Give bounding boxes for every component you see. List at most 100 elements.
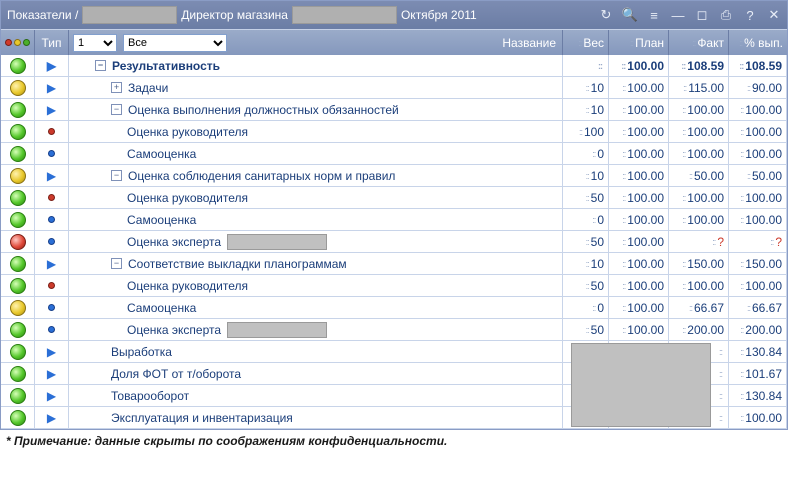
redacted-inline: [227, 234, 327, 250]
plan-value: 100.00: [627, 257, 664, 271]
green-light-icon: [10, 410, 26, 426]
status-light-cell: [1, 77, 35, 98]
table-row[interactable]: ▶−Результативность::::100.00::108.59::10…: [1, 55, 787, 77]
weight-value: 0: [597, 301, 604, 315]
status-light-cell: [1, 55, 35, 76]
red-dot-icon: [45, 125, 59, 139]
pct-cell: ::100.00: [729, 407, 787, 428]
triangle-icon: ▶: [45, 59, 59, 73]
column-grip-icon: ::: [682, 281, 685, 291]
fact-value: 66.67: [694, 301, 724, 315]
status-light-cell: [1, 407, 35, 428]
pct-cell: ::100.00: [729, 209, 787, 230]
minimize-icon[interactable]: —: [671, 8, 685, 22]
row-name: Товарооборот: [111, 389, 189, 403]
row-name: Оценка эксперта: [127, 235, 221, 249]
name-cell: Самооценка: [69, 143, 563, 164]
column-grip-icon: ::: [683, 83, 686, 93]
plan-cell: ::100.00: [609, 231, 669, 252]
title-redacted-1: [82, 6, 177, 24]
weight-cell: ::10: [563, 165, 609, 186]
table-row[interactable]: Оценка руководителя::100::100.00::100.00…: [1, 121, 787, 143]
column-grip-icon: ::: [586, 237, 589, 247]
pct-value: 130.84: [745, 389, 782, 403]
table-row[interactable]: Оценка руководителя::50::100.00::100.00:…: [1, 275, 787, 297]
search-icon[interactable]: 🔍: [623, 8, 637, 22]
weight-cell: ::0: [563, 209, 609, 230]
name-cell: Оценка эксперта: [69, 231, 563, 252]
name-cell: Выработка: [69, 341, 563, 362]
column-grip-icon: ::: [682, 149, 685, 159]
table-row[interactable]: Самооценка::0::100.00::100.00::100.00: [1, 143, 787, 165]
fact-cell: ::100.00: [669, 143, 729, 164]
plan-cell: ::100.00: [609, 143, 669, 164]
type-cell: [35, 187, 69, 208]
column-grip-icon: ::: [592, 215, 595, 225]
filter-select[interactable]: Все: [123, 34, 227, 52]
collapse-icon[interactable]: −: [111, 104, 122, 115]
collapse-icon[interactable]: −: [111, 258, 122, 269]
column-grip-icon: ::: [682, 105, 685, 115]
list-icon[interactable]: ≡: [647, 8, 661, 22]
blue-dot-icon: [45, 323, 59, 337]
green-light-icon: [10, 278, 26, 294]
close-icon[interactable]: ✕: [767, 8, 781, 22]
fact-cell: ::?: [669, 231, 729, 252]
blue-dot-icon: [45, 147, 59, 161]
type-cell: [35, 143, 69, 164]
weight-cell: ::0: [563, 143, 609, 164]
fact-value: 100.00: [687, 279, 724, 293]
row-name: Оценка выполнения должностных обязанност…: [128, 103, 399, 117]
expand-icon[interactable]: +: [111, 82, 122, 93]
table-row[interactable]: Самооценка::0::100.00::100.00::100.00: [1, 209, 787, 231]
table-row[interactable]: Оценка эксперта::50::100.00::?::?: [1, 231, 787, 253]
collapse-icon[interactable]: −: [111, 170, 122, 181]
col-fact[interactable]: ::Факт: [669, 30, 729, 55]
table-row[interactable]: ▶+Задачи::10::100.00::115.00::90.00: [1, 77, 787, 99]
refresh-icon[interactable]: ↻: [599, 8, 613, 22]
maximize-icon[interactable]: ◻: [695, 8, 709, 22]
col-plan[interactable]: ::План: [609, 30, 669, 55]
col-type[interactable]: Тип: [35, 30, 69, 55]
help-icon[interactable]: ?: [743, 8, 757, 22]
column-grip-icon: ::: [622, 127, 625, 137]
col-weight[interactable]: ::Вес: [563, 30, 609, 55]
table-row[interactable]: Оценка руководителя::50::100.00::100.00:…: [1, 187, 787, 209]
pct-value: 100.00: [745, 103, 782, 117]
footnote: * Примечание: данные скрыты по соображен…: [0, 430, 788, 452]
table-row[interactable]: ▶−Оценка соблюдения санитарных норм и пр…: [1, 165, 787, 187]
weight-value: 10: [591, 169, 604, 183]
pct-value: 101.67: [745, 367, 782, 381]
status-light-cell: [1, 319, 35, 340]
name-cell: Доля ФОТ от т/оборота: [69, 363, 563, 384]
green-light-icon: [10, 146, 26, 162]
print-icon[interactable]: ⎙: [719, 8, 733, 22]
col-status[interactable]: [1, 30, 35, 55]
fact-cell: ::115.00: [669, 77, 729, 98]
column-grip-icon: ::: [682, 127, 685, 137]
name-cell: Оценка эксперта: [69, 319, 563, 340]
weight-cell: ::: [563, 55, 609, 76]
weight-cell: ::10: [563, 77, 609, 98]
red-light-icon: [10, 234, 26, 250]
table-row[interactable]: Самооценка::0::100.00::66.67::66.67: [1, 297, 787, 319]
triangle-icon: ▶: [45, 169, 59, 183]
pct-value: 130.84: [745, 345, 782, 359]
column-grip-icon: ::: [622, 171, 625, 181]
pct-cell: ::?: [729, 231, 787, 252]
table-row[interactable]: ▶−Оценка выполнения должностных обязанно…: [1, 99, 787, 121]
table-row[interactable]: Оценка эксперта::50::100.00::200.00::200…: [1, 319, 787, 341]
green-light-icon: [10, 366, 26, 382]
plan-value: 100.00: [627, 81, 664, 95]
collapse-icon[interactable]: −: [95, 60, 106, 71]
table-row[interactable]: ▶−Соответствие выкладки планограммам::10…: [1, 253, 787, 275]
col-pct[interactable]: ::% вып.: [729, 30, 787, 55]
triangle-icon: ▶: [45, 367, 59, 381]
level-select[interactable]: 1: [73, 34, 117, 52]
status-light-cell: [1, 209, 35, 230]
column-grip-icon: ::: [586, 105, 589, 115]
column-grip-icon: ::: [622, 193, 625, 203]
pct-cell: ::100.00: [729, 99, 787, 120]
column-grip-icon: ::: [586, 193, 589, 203]
plan-value: 100.00: [627, 103, 664, 117]
